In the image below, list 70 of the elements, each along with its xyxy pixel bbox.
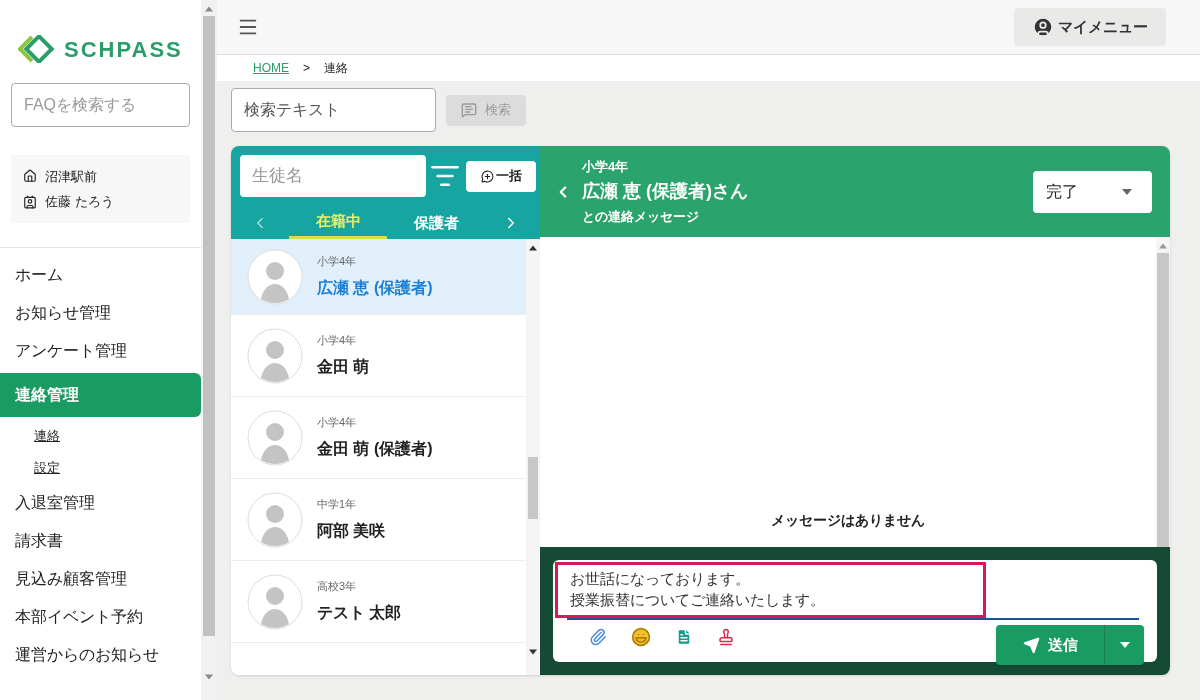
school-name: 沼津駅前 (45, 167, 97, 186)
list-scrollbar[interactable] (526, 239, 540, 675)
chat-scrollbar[interactable] (1156, 237, 1170, 547)
user-name: 佐藤 たろう (45, 193, 114, 211)
grade-label: 小学4年 (317, 333, 358, 349)
scroll-up-icon (529, 245, 537, 251)
nav-item[interactable]: 本部イベント予約 (0, 598, 201, 636)
nav-item[interactable]: 連絡管理 (0, 373, 201, 417)
my-menu-button[interactable]: マイメニュー (1014, 8, 1166, 46)
chat-plus-icon (480, 169, 494, 183)
avatar-icon (247, 409, 303, 466)
avatar-icon (247, 327, 303, 384)
nav-item[interactable]: 請求書 (0, 522, 201, 560)
nav-item[interactable]: お知らせ管理 (0, 294, 201, 332)
scroll-up-icon (1159, 243, 1167, 249)
caret-icon (1122, 188, 1132, 195)
speech-bubble-icon (461, 102, 477, 118)
logo-text: SCHPASS (64, 35, 183, 64)
contact-name: テスト 太郎 (317, 602, 402, 623)
grade-label: 小学4年 (317, 254, 358, 270)
nav-item[interactable]: 運営からのお知らせ (0, 636, 201, 674)
emoji-icon[interactable] (631, 627, 651, 647)
scrollbar-thumb[interactable] (528, 457, 538, 519)
nav-item[interactable]: 入退室管理 (0, 484, 201, 522)
document-icon[interactable] (675, 628, 693, 646)
message-field[interactable]: お世話になっております。 授業振替についてご連絡いたします。 (555, 562, 986, 618)
scroll-down-icon (529, 649, 537, 655)
scrollbar-thumb[interactable] (1157, 253, 1169, 547)
grade-label: 小学4年 (317, 415, 358, 431)
chat-subtitle: との連絡メッセージ (582, 208, 700, 226)
contact-item[interactable]: 小学4年 広瀬 恵 (保護者) (231, 239, 526, 315)
caret-icon (1119, 642, 1130, 648)
message-text-line: お世話になっております。 (570, 569, 751, 589)
send-button[interactable]: 送信 (996, 625, 1104, 665)
paperclip-icon[interactable] (589, 628, 607, 646)
message-text-line: 授業振替についてご連絡いたします。 (570, 590, 826, 610)
student-name-field[interactable]: 生徒名 (240, 155, 426, 197)
chat-title: 広瀬 恵 (保護者)さん (582, 180, 748, 203)
grade-label: 中学1年 (317, 497, 358, 513)
contact-name: 金田 萌 (保護者) (317, 438, 433, 459)
status-dropdown[interactable]: 完了 (1033, 170, 1152, 213)
grade-label: 高校3年 (317, 579, 358, 595)
contact-name: 広瀬 恵 (保護者) (317, 277, 433, 298)
chat-grade: 小学4年 (582, 157, 630, 176)
bulk-button[interactable]: 一括 (466, 160, 536, 192)
nav-item[interactable]: ホーム (0, 256, 201, 294)
avatar-icon (247, 573, 303, 630)
breadcrumb-separator: > (303, 60, 310, 77)
empty-message: メッセージはありません (771, 511, 925, 530)
nav-subitem[interactable]: 連絡 (0, 420, 201, 452)
avatar-icon (247, 491, 303, 548)
nav-item[interactable]: 見込み顧客管理 (0, 560, 201, 598)
faq-search-field[interactable]: FAQを検索する (11, 83, 190, 127)
breadcrumb-current: 連絡 (324, 60, 348, 77)
send-options-button[interactable] (1104, 625, 1144, 665)
nav-item[interactable]: アンケート管理 (0, 332, 201, 370)
scrollbar-thumb[interactable] (203, 16, 215, 636)
id-card-icon (23, 194, 37, 209)
contact-name: 阿部 美咲 (317, 520, 386, 541)
contact-name: 金田 萌 (317, 356, 370, 377)
send-icon (1022, 636, 1040, 654)
avatar-icon (247, 248, 303, 305)
home-icon (23, 169, 37, 184)
scroll-down-icon (205, 674, 213, 680)
user-icon (1032, 16, 1054, 38)
logo-icon (18, 35, 56, 63)
scroll-up-icon (205, 6, 213, 12)
scrollbar[interactable] (201, 0, 217, 700)
nav-subitem[interactable]: 設定 (0, 452, 201, 484)
stamp-icon[interactable] (717, 628, 735, 646)
